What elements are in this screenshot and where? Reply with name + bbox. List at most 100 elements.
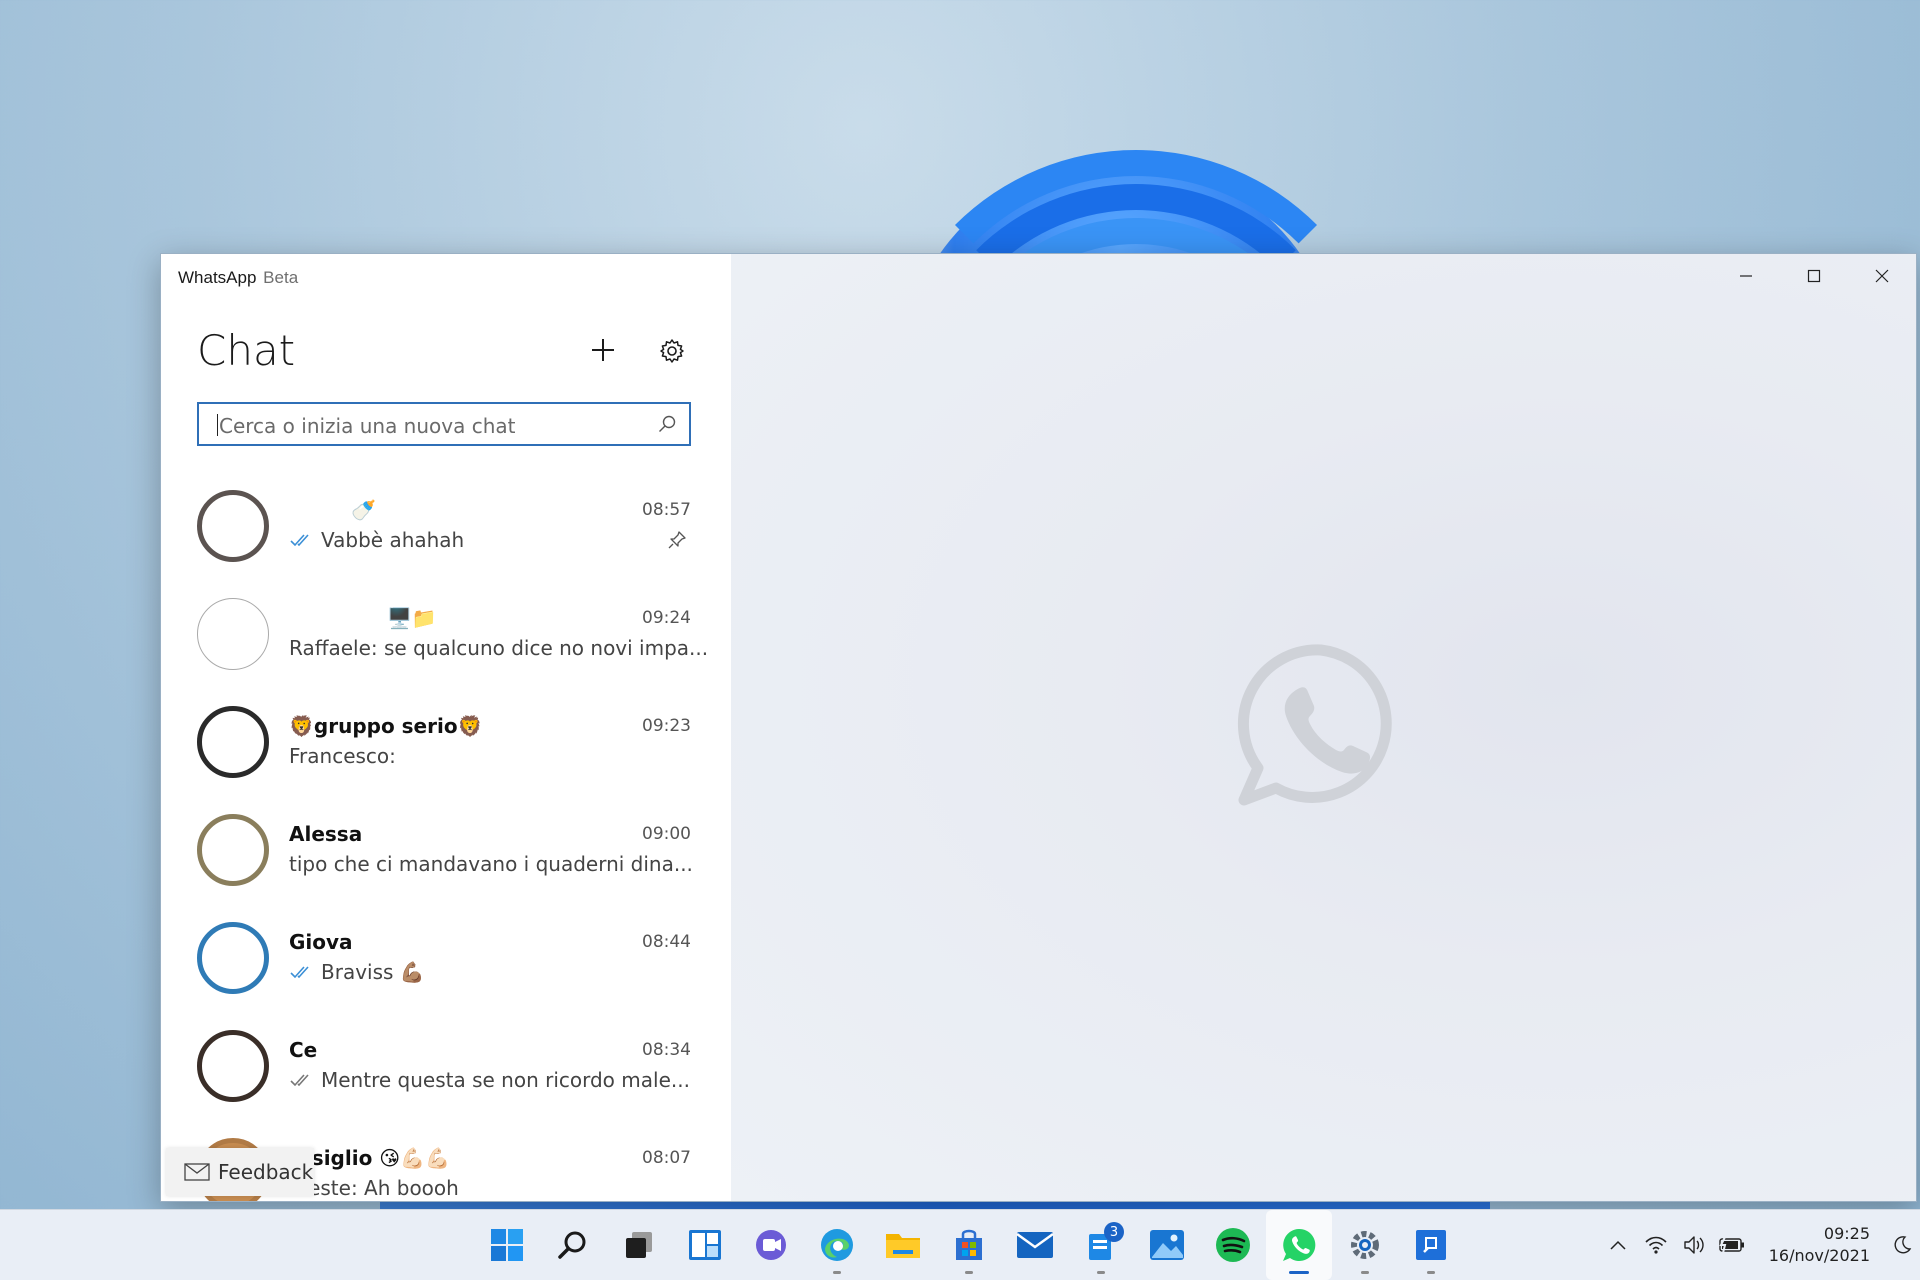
minimize-icon — [1740, 275, 1752, 277]
gear-icon — [660, 339, 684, 363]
edge-button[interactable] — [804, 1210, 870, 1280]
whatsapp-logo-icon — [1237, 644, 1392, 806]
remote-desktop-icon — [1416, 1230, 1446, 1260]
store-button[interactable] — [936, 1210, 1002, 1280]
chat-item[interactable]: 🍼 08:57 Vabbè ahahah — [161, 474, 731, 582]
search-icon — [558, 1231, 586, 1259]
clock-date: 16/nov/2021 — [1768, 1246, 1870, 1265]
notification-badge: 3 — [1104, 1222, 1124, 1242]
chat-name: 🖥️📁 — [387, 606, 437, 630]
chat-name: Giova — [289, 930, 353, 954]
chat-item[interactable]: Alessa 09:00 tipo che ci mandavano i qua… — [161, 798, 731, 906]
windows-logo-icon — [491, 1229, 523, 1261]
chat-preview: tipo che ci mandavano i quaderni dina... — [289, 852, 693, 876]
chat-time: 08:57 — [642, 500, 691, 520]
widgets-button[interactable] — [672, 1210, 738, 1280]
settings-taskbar-button[interactable] — [1332, 1210, 1398, 1280]
taskbar-clock[interactable]: 09:25 16/nov/2021 — [1769, 1223, 1870, 1267]
maximize-button[interactable] — [1780, 254, 1848, 298]
double-check-icon — [290, 1074, 309, 1087]
app-name: WhatsApp — [178, 268, 257, 287]
whatsapp-taskbar-button[interactable] — [1266, 1210, 1332, 1280]
chat-preview: Vabbè ahahah — [289, 528, 464, 552]
search-icon — [659, 415, 676, 432]
teams-chat-button[interactable] — [738, 1210, 804, 1280]
gear-icon — [1351, 1231, 1379, 1259]
chat-preview: Braviss 💪🏽 — [289, 960, 425, 984]
clock-time: 09:25 — [1823, 1224, 1870, 1243]
edge-icon — [821, 1229, 853, 1261]
plus-icon — [592, 339, 614, 361]
folder-icon — [886, 1234, 920, 1258]
file-explorer-button[interactable] — [870, 1210, 936, 1280]
taskbar-apps: 3 — [474, 1210, 1464, 1280]
wifi-icon — [1645, 1236, 1667, 1254]
avatar — [197, 1030, 269, 1102]
focus-assist-button[interactable] — [1884, 1210, 1920, 1280]
chat-preview: ...este: Ah boooh — [289, 1176, 459, 1200]
maximize-icon — [1807, 269, 1821, 283]
chat-time: 08:34 — [642, 1040, 691, 1060]
mail-icon — [184, 1163, 210, 1181]
chat-item[interactable]: 🦁gruppo serio🦁 09:23 Francesco: — [161, 690, 731, 798]
mail-icon — [1016, 1232, 1054, 1258]
avatar — [197, 814, 269, 886]
chat-list-pane: WhatsApp Beta Chat Cerca o inizia una nu… — [161, 254, 731, 1201]
close-icon — [1875, 269, 1889, 283]
feedback-button[interactable]: Feedback — [166, 1148, 314, 1196]
whatsapp-icon — [1283, 1228, 1316, 1261]
search-taskbar-button[interactable] — [540, 1210, 606, 1280]
chat-name: Ce — [289, 1038, 318, 1062]
avatar — [197, 598, 269, 670]
minimize-button[interactable] — [1712, 254, 1780, 298]
feedback-label: Feedback — [218, 1160, 314, 1184]
chat-preview: Raffaele: se qualcuno dice no novi impa.… — [289, 636, 709, 660]
avatar — [197, 922, 269, 994]
search-input[interactable] — [217, 411, 641, 441]
show-hidden-icons-button[interactable] — [1599, 1210, 1637, 1280]
chat-time: 09:24 — [642, 608, 691, 628]
volume-button[interactable] — [1675, 1210, 1713, 1280]
close-button[interactable] — [1848, 254, 1916, 298]
system-tray: 09:25 16/nov/2021 — [1599, 1210, 1920, 1280]
moon-icon — [1894, 1236, 1912, 1254]
app-suffix: Beta — [263, 268, 299, 287]
widgets-icon — [689, 1230, 721, 1260]
todo-button[interactable]: 3 — [1068, 1210, 1134, 1280]
settings-button[interactable] — [655, 334, 689, 368]
photos-icon — [1150, 1230, 1184, 1260]
spotify-button[interactable] — [1200, 1210, 1266, 1280]
chevron-up-icon — [1610, 1240, 1626, 1250]
task-view-icon — [626, 1232, 652, 1258]
spotify-icon — [1216, 1228, 1250, 1262]
teams-chat-icon — [756, 1230, 786, 1260]
chat-name: 🍼 — [351, 498, 376, 522]
avatar — [197, 490, 269, 562]
battery-charging-icon — [1719, 1237, 1744, 1253]
chat-item[interactable]: Giova 08:44 Braviss 💪🏽 — [161, 906, 731, 1014]
chat-preview: Mentre questa se non ricordo male... — [289, 1068, 690, 1092]
network-button[interactable] — [1637, 1210, 1675, 1280]
chat-name: Alessa — [289, 822, 363, 846]
page-title: Chat — [197, 326, 296, 375]
photos-button[interactable] — [1134, 1210, 1200, 1280]
chat-preview: Francesco: — [289, 744, 396, 768]
chat-time: 08:44 — [642, 932, 691, 952]
chat-name: 🦁gruppo serio🦁 — [289, 714, 483, 738]
new-chat-button[interactable] — [585, 332, 621, 368]
window-controls — [1712, 254, 1916, 298]
chat-item[interactable]: 🖥️📁 09:24 Raffaele: se qualcuno dice no … — [161, 582, 731, 690]
mail-button[interactable] — [1002, 1210, 1068, 1280]
task-view-button[interactable] — [606, 1210, 672, 1280]
taskbar: 3 09:25 16/nov/2021 — [0, 1209, 1920, 1280]
search-field[interactable] — [197, 402, 691, 446]
double-check-icon — [290, 966, 309, 979]
battery-button[interactable] — [1713, 1210, 1751, 1280]
window-title: WhatsApp Beta — [178, 268, 298, 288]
remote-desktop-button[interactable] — [1398, 1210, 1464, 1280]
start-button[interactable] — [474, 1210, 540, 1280]
store-icon — [956, 1229, 982, 1260]
chat-time: 08:07 — [642, 1148, 691, 1168]
chat-item[interactable]: Ce 08:34 Mentre questa se non ricordo ma… — [161, 1014, 731, 1122]
chat-time: 09:23 — [642, 716, 691, 736]
